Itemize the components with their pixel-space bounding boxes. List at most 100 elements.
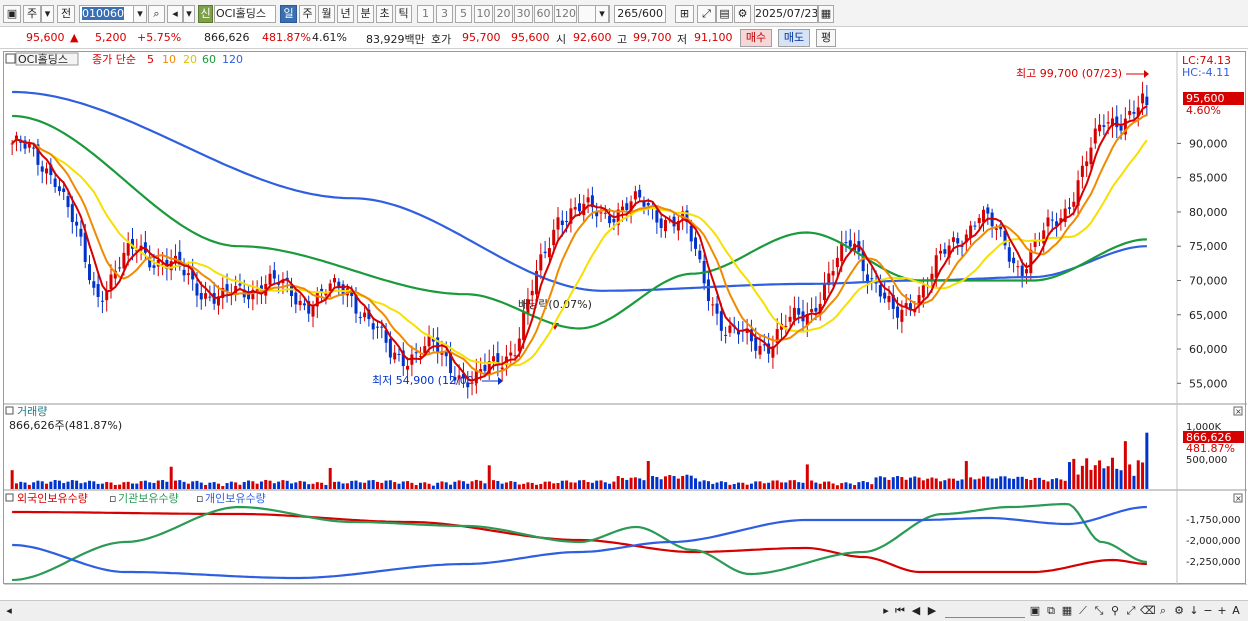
eraser-icon[interactable]: ⌫ bbox=[1140, 603, 1156, 618]
period-second-tab[interactable]: 초 bbox=[376, 5, 393, 23]
volume-bar bbox=[109, 482, 113, 489]
volume-bar bbox=[612, 481, 616, 489]
interval-20[interactable]: 20 bbox=[494, 5, 513, 23]
count-input[interactable]: 265/600 bbox=[614, 5, 666, 23]
candle-body bbox=[1012, 257, 1016, 264]
candle-body bbox=[358, 316, 362, 318]
volume-bar bbox=[917, 477, 921, 489]
interval-5[interactable]: 5 bbox=[455, 5, 472, 23]
volume-bar bbox=[410, 482, 414, 489]
window-menu-icon[interactable]: ▣ bbox=[3, 5, 21, 23]
draw-line-icon[interactable]: ⟋ bbox=[1076, 603, 1090, 618]
save-icon[interactable]: ▤ bbox=[716, 5, 733, 23]
volume-bar bbox=[1132, 475, 1136, 489]
period-dropdown-icon[interactable]: ▾ bbox=[41, 5, 54, 23]
date-input[interactable]: 2025/07/23 bbox=[754, 5, 818, 23]
volume-bar bbox=[509, 481, 513, 489]
candle-body bbox=[638, 189, 642, 198]
volume-bar bbox=[638, 478, 642, 489]
volume-bar bbox=[1119, 470, 1123, 489]
gear-icon[interactable]: ⚙ bbox=[734, 5, 751, 23]
tile-icon-3[interactable]: ▦ bbox=[1060, 603, 1074, 618]
candle-body bbox=[625, 203, 629, 210]
next-page-icon[interactable]: ▶ bbox=[925, 603, 939, 618]
interval-1[interactable]: 1 bbox=[417, 5, 434, 23]
interval-3[interactable]: 3 bbox=[436, 5, 453, 23]
volume-bar bbox=[676, 478, 680, 489]
candle-body bbox=[943, 249, 947, 254]
eval-button[interactable]: 평 bbox=[816, 29, 836, 47]
volume-bar bbox=[982, 476, 986, 489]
interval-10[interactable]: 10 bbox=[474, 5, 493, 23]
speaker-dropdown-icon[interactable]: ▾ bbox=[183, 5, 195, 23]
candle-body bbox=[810, 309, 814, 312]
sell-button[interactable]: 매도 bbox=[778, 29, 810, 47]
stock-name-field[interactable]: OCI홀딩스 bbox=[214, 5, 276, 23]
volume-bar bbox=[238, 484, 242, 489]
scroll-left-icon[interactable]: ◂ bbox=[3, 603, 15, 618]
volume-bar bbox=[711, 483, 715, 489]
candle-body bbox=[414, 352, 418, 354]
first-page-icon[interactable]: ⏮ bbox=[893, 603, 907, 618]
volume-bar bbox=[771, 480, 775, 489]
calendar-icon[interactable]: ▦ bbox=[818, 5, 834, 23]
candle-body bbox=[982, 209, 986, 223]
volume-bar bbox=[947, 478, 951, 489]
candle-body bbox=[1132, 111, 1136, 114]
period-tick-tab[interactable]: 틱 bbox=[395, 5, 412, 23]
chart-settings-icon[interactable]: ⚙ bbox=[1172, 603, 1186, 618]
volume-bar bbox=[663, 476, 667, 489]
draw-tool-icon[interactable]: ⤢ bbox=[697, 5, 716, 23]
speaker-icon[interactable]: ◂ bbox=[167, 5, 183, 23]
period-select[interactable]: 주 bbox=[23, 5, 41, 23]
volume-panel-icon[interactable] bbox=[5, 406, 14, 415]
volume-bar bbox=[363, 482, 367, 489]
chart-area[interactable]: OCI홀딩스 종가 단순 5 10 20 60 120 LC:74.13 HC:… bbox=[3, 51, 1247, 599]
volume-bar bbox=[728, 484, 732, 489]
prev-button[interactable]: 전 bbox=[57, 5, 75, 23]
draw-fib-icon[interactable]: ⚲ bbox=[1108, 603, 1122, 618]
volume-bar bbox=[775, 480, 779, 489]
period-minute-tab[interactable]: 분 bbox=[357, 5, 374, 23]
magnify-icon[interactable]: ⌕ bbox=[1156, 603, 1170, 618]
volume-bar bbox=[75, 480, 79, 489]
zoom-out-icon[interactable]: − bbox=[1202, 603, 1214, 618]
draw-trend-icon[interactable]: ⤡ bbox=[1092, 603, 1106, 618]
volume-bar bbox=[492, 480, 496, 489]
font-size-icon[interactable]: A bbox=[1230, 603, 1242, 618]
period-month-tab[interactable]: 월 bbox=[318, 5, 335, 23]
interval-60[interactable]: 60 bbox=[534, 5, 553, 23]
period-week-tab[interactable]: 주 bbox=[299, 5, 316, 23]
candle-body bbox=[294, 292, 298, 305]
tile-icon[interactable]: ▣ bbox=[1028, 603, 1042, 618]
volume-bar bbox=[715, 482, 719, 489]
holding-panel-icon[interactable] bbox=[5, 493, 14, 502]
arrow-down-icon[interactable]: ↓ bbox=[1188, 603, 1200, 618]
stock-code-input[interactable]: 010060 bbox=[79, 5, 136, 23]
tile-icon-2[interactable]: ⧉ bbox=[1044, 603, 1058, 618]
volume-bar bbox=[861, 481, 865, 489]
volume-bar bbox=[100, 483, 104, 489]
interval-30[interactable]: 30 bbox=[514, 5, 533, 23]
period-year-tab[interactable]: 년 bbox=[337, 5, 354, 23]
code-dropdown-icon[interactable]: ▾ bbox=[133, 5, 147, 23]
scroll-right-icon[interactable]: ▸ bbox=[880, 603, 892, 618]
chart-tool-icon[interactable]: ⊞ bbox=[675, 5, 694, 23]
volume-bar bbox=[973, 479, 977, 489]
volume-bar bbox=[741, 482, 745, 489]
search-icon[interactable]: ⌕ bbox=[148, 5, 165, 23]
interval-120[interactable]: 120 bbox=[554, 5, 577, 23]
candle-body bbox=[560, 220, 564, 226]
chart-svg[interactable]: OCI홀딩스 종가 단순 5 10 20 60 120 LC:74.13 HC:… bbox=[4, 52, 1247, 599]
zoom-in-icon[interactable]: + bbox=[1216, 603, 1228, 618]
volume-bar bbox=[994, 478, 998, 489]
volume-bar bbox=[62, 483, 66, 489]
buy-button[interactable]: 매수 bbox=[740, 29, 772, 47]
zoom-slider[interactable] bbox=[945, 603, 1025, 618]
period-day-tab[interactable]: 일 bbox=[280, 5, 297, 23]
prev-page-icon[interactable]: ◀ bbox=[909, 603, 923, 618]
panel-menu-icon[interactable] bbox=[5, 53, 16, 64]
draw-tool-icon-2[interactable]: ⤢ bbox=[1124, 603, 1138, 618]
volume-bar bbox=[328, 468, 332, 489]
interval-dropdown-icon[interactable]: ▾ bbox=[595, 5, 609, 23]
